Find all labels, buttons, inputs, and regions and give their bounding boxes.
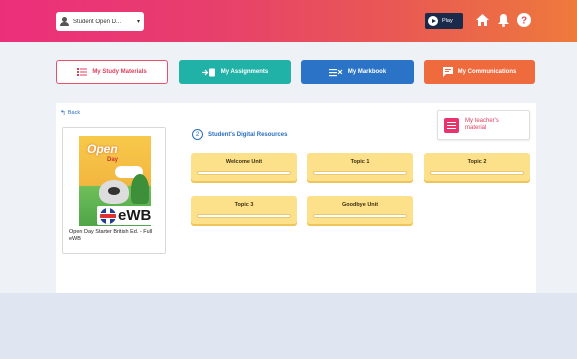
cover-animal [99, 180, 129, 204]
play-button[interactable]: Play [425, 13, 463, 29]
topic-label: Goodbye Unit [341, 202, 379, 208]
assignment-icon [201, 68, 216, 77]
book-card[interactable]: Open Day eWB Open Day Starter British Ed… [62, 127, 166, 254]
topic-progress-bar [197, 171, 291, 175]
teacher-material-button[interactable]: My teacher's material [437, 110, 530, 140]
bell-icon[interactable] [495, 12, 511, 28]
ewb-badge: eWB [97, 206, 151, 225]
back-link[interactable]: ↰ Back [60, 109, 80, 117]
nav-communications-button[interactable]: My Communications [424, 60, 535, 84]
top-bar: Student Open D... ▾ Play ? [0, 0, 577, 42]
topic-tile-topic-1[interactable]: Topic 1 [307, 153, 413, 183]
chevron-down-icon: ▾ [136, 19, 140, 25]
ewb-label: eWB [118, 207, 151, 224]
nav-assignments-button[interactable]: My Assignments [179, 60, 291, 84]
topic-label: Welcome Unit [225, 159, 263, 165]
topic-tile-welcome-unit[interactable]: Welcome Unit [191, 153, 297, 183]
nav-communications-label: My Communications [457, 69, 517, 75]
user-selector[interactable]: Student Open D... ▾ [56, 12, 144, 31]
nav-study-materials-button[interactable]: My Study Materials [56, 60, 168, 84]
topic-progress-bar [313, 171, 407, 175]
cover-subtitle: Day [107, 157, 119, 163]
cover-title: Open [87, 142, 118, 156]
section-heading: 2 Student's Digital Resources [192, 129, 287, 140]
section-number: 2 [192, 129, 203, 140]
user-icon [60, 17, 69, 26]
back-arrow-icon: ↰ [60, 110, 66, 117]
cover-tree [131, 174, 149, 204]
book-title: Open Day Starter British Ed. - Full eWB [69, 229, 153, 242]
topic-progress-bar [430, 171, 524, 175]
play-icon [428, 16, 438, 26]
uk-flag-icon [100, 207, 116, 224]
topic-tile-goodbye-unit[interactable]: Goodbye Unit [307, 196, 413, 226]
section-title: Student's Digital Resources [208, 131, 288, 138]
topic-progress-bar [313, 214, 407, 218]
home-icon[interactable] [474, 12, 490, 28]
topic-label: Topic 2 [467, 159, 487, 165]
back-label: Back [67, 110, 81, 116]
svg-text:?: ? [521, 16, 527, 27]
nav-assignments-label: My Assignments [220, 69, 269, 75]
topic-progress-bar [197, 214, 291, 218]
help-icon[interactable]: ? [516, 12, 532, 28]
main-panel: ↰ Back Open Day eWB Open Day Starter Bri… [56, 103, 536, 293]
nav-study-materials-label: My Study Materials [92, 69, 147, 75]
teacher-material-label: My teacher's material [465, 118, 499, 131]
markbook-icon [328, 68, 343, 77]
teacher-material-icon [444, 117, 459, 133]
nav-markbook-button[interactable]: My Markbook [301, 60, 414, 84]
topic-tile-topic-3[interactable]: Topic 3 [191, 196, 297, 226]
user-name: Student Open D... [73, 18, 122, 25]
nav-markbook-label: My Markbook [347, 69, 387, 75]
book-cover-image: Open Day eWB [79, 136, 151, 226]
list-icon [77, 68, 88, 76]
topic-tile-topic-2[interactable]: Topic 2 [424, 153, 530, 183]
topic-label: Topic 1 [350, 159, 370, 165]
footer-area [0, 293, 577, 359]
play-label: Play [442, 18, 453, 24]
message-icon [442, 67, 453, 77]
topic-label: Topic 3 [234, 202, 254, 208]
